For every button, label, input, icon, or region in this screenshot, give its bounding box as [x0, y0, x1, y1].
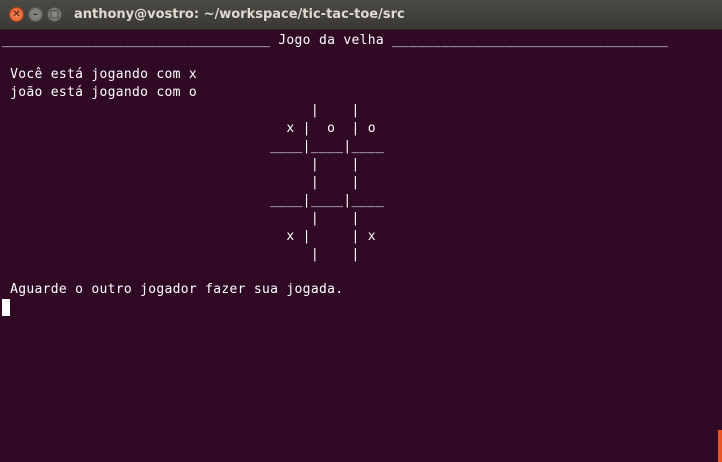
board-row: x | o | o: [2, 121, 376, 136]
player-info-line: Você está jogando com x: [2, 67, 198, 82]
board-row: ____|____|____: [2, 193, 384, 208]
maximize-icon[interactable]: □: [47, 7, 62, 22]
title-bar[interactable]: ✕ – □ anthony@vostro: ~/workspace/tic-ta…: [0, 0, 722, 30]
window-title: anthony@vostro: ~/workspace/tic-tac-toe/…: [74, 7, 405, 22]
terminal-body[interactable]: _________________________________ Jogo d…: [0, 30, 722, 462]
board-row: x | | x: [2, 229, 376, 244]
board-row: ____|____|____: [2, 139, 384, 154]
close-icon[interactable]: ✕: [9, 7, 24, 22]
board-row: | |: [2, 175, 360, 190]
game-header: _________________________________ Jogo d…: [2, 33, 669, 48]
board-row: | |: [2, 211, 360, 226]
opponent-info-line: joão está jogando com o: [2, 85, 198, 100]
board-row: | |: [2, 103, 360, 118]
board-row: | |: [2, 157, 360, 172]
minimize-icon[interactable]: –: [28, 7, 43, 22]
terminal-window: ✕ – □ anthony@vostro: ~/workspace/tic-ta…: [0, 0, 722, 462]
status-message: Aguarde o outro jogador fazer sua jogada…: [2, 282, 344, 297]
text-cursor: [2, 299, 10, 316]
board-row: | |: [2, 247, 360, 262]
scrollbar-indicator[interactable]: [718, 430, 722, 462]
